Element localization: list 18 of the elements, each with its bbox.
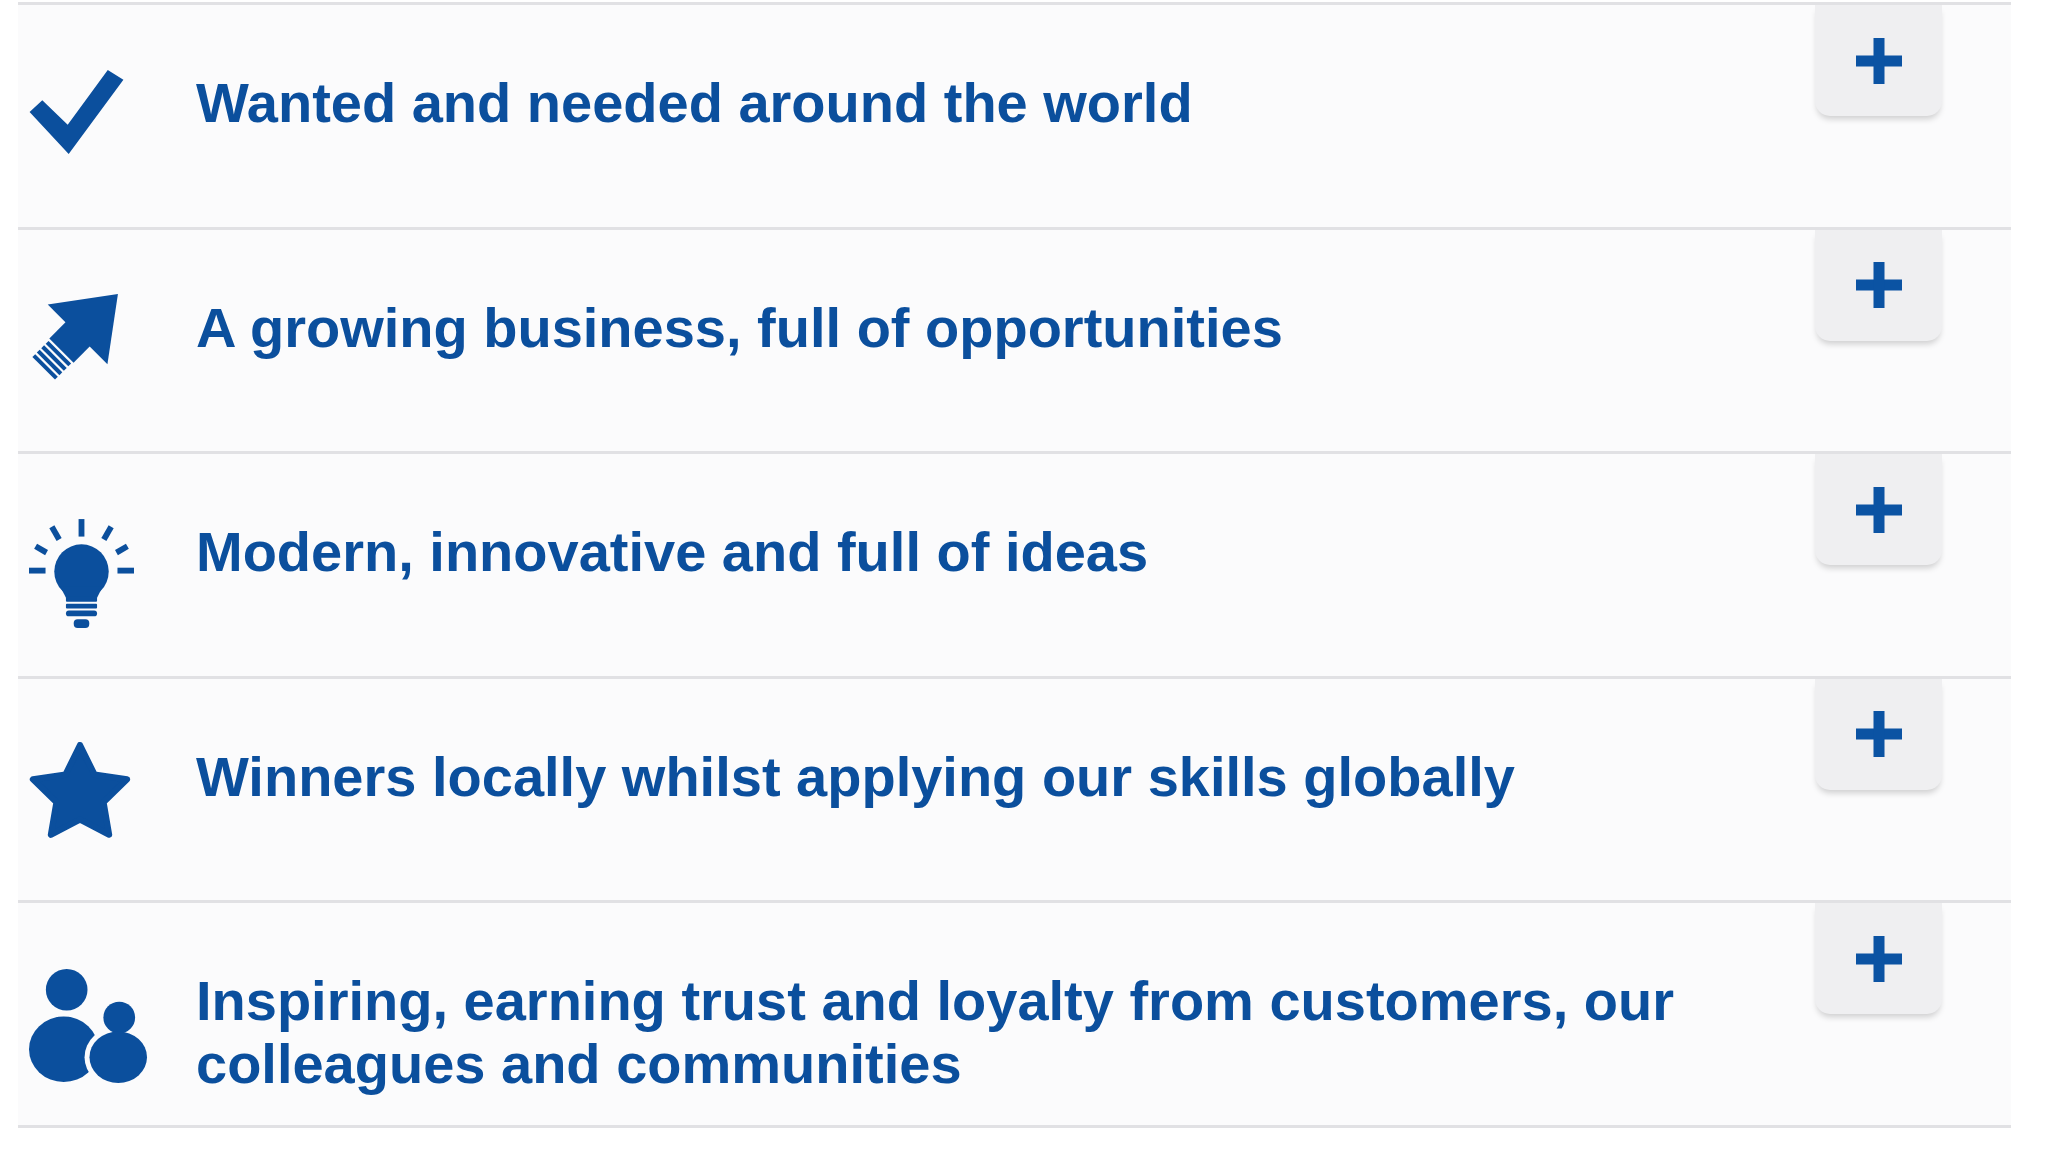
plus-icon (1855, 37, 1902, 84)
expand-button[interactable] (1815, 229, 1942, 341)
expand-button[interactable] (1815, 454, 1942, 566)
expand-button[interactable] (1815, 5, 1942, 116)
accordion-title: Modern, innovative and full of ideas (196, 520, 1149, 584)
plus-icon (1855, 486, 1902, 533)
people-icon (29, 966, 148, 1084)
expand-button[interactable] (1815, 678, 1942, 790)
plus-icon (1855, 262, 1902, 309)
accordion-title: Wanted and needed around the world (196, 71, 1193, 134)
plus-icon (1855, 935, 1902, 982)
expand-button[interactable] (1815, 903, 1942, 1015)
checkmark-icon (29, 68, 124, 154)
star-icon (29, 741, 131, 838)
accordion-title: Inspiring, earning trust and loyalty from customers, our colleagues and communities (196, 969, 1675, 1096)
plus-icon (1855, 711, 1902, 758)
accordion-title: A growing business, full of opportunities (196, 295, 1283, 359)
accordion-title: Winners locally whilst applying our skills globally (196, 744, 1515, 808)
